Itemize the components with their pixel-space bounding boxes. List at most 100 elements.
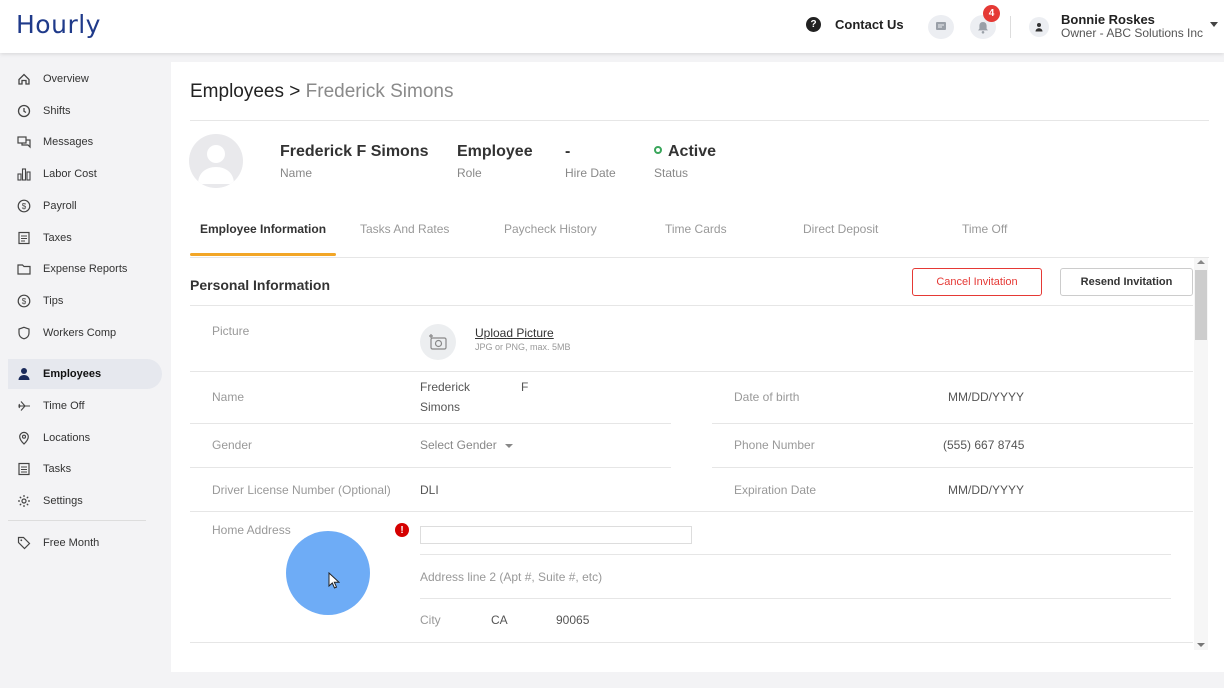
gear-icon	[16, 493, 32, 509]
divider	[420, 598, 1171, 599]
status-badge: Active	[654, 143, 716, 161]
svg-text:$: $	[22, 297, 27, 306]
home-icon	[16, 71, 32, 87]
status-value: Active	[668, 143, 717, 160]
chat-button[interactable]	[928, 15, 954, 39]
address-line-1-input[interactable]	[420, 526, 692, 544]
last-name-field[interactable]: Simons	[420, 400, 460, 414]
mouse-cursor-icon	[328, 572, 340, 589]
sidebar-item-free-month[interactable]: Free Month	[8, 528, 162, 558]
tab-employee-information[interactable]: Employee Information	[200, 222, 326, 236]
divider	[190, 423, 671, 424]
app-logo[interactable]: Hourly	[16, 10, 101, 39]
sidebar-item-overview[interactable]: Overview	[8, 64, 162, 94]
tab-tasks-and-rates[interactable]: Tasks And Rates	[360, 222, 449, 236]
clock-icon	[16, 103, 32, 119]
help-icon: ?	[806, 17, 821, 32]
camera-icon[interactable]	[420, 324, 456, 360]
state-select[interactable]: CA	[491, 613, 508, 627]
user-role: Owner - ABC Solutions Inc	[1061, 26, 1204, 40]
expiration-date-label: Expiration Date	[734, 483, 817, 497]
chat-icon	[936, 22, 946, 30]
gender-select-value: Select Gender	[420, 438, 497, 452]
zip-input[interactable]: 90065	[556, 613, 589, 627]
dollar-circle-icon: $	[16, 198, 32, 214]
employee-name-label: Name	[280, 166, 313, 180]
sidebar-item-tips[interactable]: $ Tips	[8, 286, 162, 316]
divider	[190, 642, 1193, 643]
tab-direct-deposit[interactable]: Direct Deposit	[803, 222, 878, 236]
scroll-down-arrow[interactable]	[1197, 643, 1205, 647]
tab-time-off[interactable]: Time Off	[962, 222, 1007, 236]
gender-select[interactable]: Select Gender	[420, 438, 513, 452]
contact-us-button[interactable]: ? Contact Us	[806, 17, 904, 32]
caret-down-icon[interactable]	[1210, 22, 1218, 27]
phone-number-label: Phone Number	[734, 438, 815, 452]
upload-picture-link[interactable]: Upload Picture	[475, 326, 554, 340]
date-of-birth-field[interactable]: MM/DD/YYYY	[948, 390, 1024, 404]
breadcrumb-current: Frederick Simons	[305, 81, 454, 102]
city-input[interactable]: City	[420, 613, 441, 627]
sidebar-item-settings[interactable]: Settings	[8, 486, 162, 516]
sidebar-item-messages[interactable]: Messages	[8, 127, 162, 157]
messages-icon	[16, 134, 32, 150]
sidebar-item-taxes[interactable]: Taxes	[8, 223, 162, 253]
divider	[190, 120, 1209, 121]
notification-count-badge: 4	[983, 5, 1000, 22]
upload-picture-hint: JPG or PNG, max. 5MB	[475, 342, 571, 352]
expiration-date-field[interactable]: MM/DD/YYYY	[948, 483, 1024, 497]
sidebar-item-locations[interactable]: Locations	[8, 423, 162, 453]
employee-avatar	[189, 134, 243, 188]
breadcrumb-employees-link[interactable]: Employees	[190, 81, 284, 102]
first-name-field[interactable]: Frederick	[420, 380, 470, 394]
divider	[190, 371, 1193, 372]
resend-invitation-button[interactable]: Resend Invitation	[1060, 268, 1193, 296]
shield-icon	[16, 325, 32, 341]
phone-number-field[interactable]: (555) 667 8745	[943, 438, 1024, 452]
sidebar-item-employees[interactable]: Employees	[8, 359, 162, 389]
sidebar-item-tasks[interactable]: Tasks	[8, 454, 162, 484]
user-name[interactable]: Bonnie Roskes	[1061, 12, 1155, 27]
driver-license-field[interactable]: DLI	[420, 483, 439, 497]
warning-icon: !	[395, 523, 409, 537]
location-pin-icon	[16, 430, 32, 446]
user-icon[interactable]	[1029, 17, 1049, 37]
cancel-invitation-button[interactable]: Cancel Invitation	[912, 268, 1042, 296]
tab-time-cards[interactable]: Time Cards	[665, 222, 727, 236]
name-label: Name	[212, 390, 245, 404]
svg-text:$: $	[22, 202, 27, 211]
sidebar-item-workers-comp[interactable]: Workers Comp	[8, 318, 162, 348]
tab-paycheck-history[interactable]: Paycheck History	[504, 222, 597, 236]
driver-license-label: Driver License Number (Optional)	[212, 483, 391, 497]
bell-icon	[978, 21, 988, 34]
sidebar-item-expense-reports[interactable]: Expense Reports	[8, 254, 162, 284]
active-tab-indicator	[190, 253, 336, 256]
scroll-up-arrow[interactable]	[1197, 260, 1205, 264]
breadcrumb-separator: >	[284, 81, 306, 102]
tag-icon	[16, 535, 32, 551]
sidebar-item-label: Expense Reports	[43, 263, 128, 275]
middle-initial-field[interactable]: F	[521, 380, 528, 394]
divider	[190, 511, 1193, 512]
status-active-icon	[654, 145, 662, 154]
picture-label: Picture	[212, 324, 250, 338]
top-bar: Hourly ? Contact Us 4 Bonnie Roskes Owne…	[0, 0, 1224, 53]
status-label: Status	[654, 166, 689, 180]
divider	[190, 257, 1209, 258]
divider	[420, 554, 1171, 555]
address-line-2-input[interactable]: Address line 2 (Apt #, Suite #, etc)	[420, 570, 602, 584]
sidebar-item-payroll[interactable]: $ Payroll	[8, 191, 162, 221]
bar-chart-icon	[16, 166, 32, 182]
sidebar-item-time-off[interactable]: Time Off	[8, 391, 162, 421]
scrollbar-thumb[interactable]	[1195, 270, 1207, 340]
sidebar-item-labor-cost[interactable]: Labor Cost	[8, 159, 162, 189]
contact-us-label: Contact Us	[835, 17, 904, 32]
divider	[1010, 16, 1011, 38]
folder-icon	[16, 261, 32, 277]
sidebar-item-label: Messages	[43, 136, 94, 148]
divider	[190, 305, 1193, 306]
employee-role: Employee	[457, 143, 533, 160]
sidebar-item-label: Shifts	[43, 105, 71, 117]
hire-date-value: -	[565, 143, 571, 160]
sidebar-item-shifts[interactable]: Shifts	[8, 96, 162, 126]
